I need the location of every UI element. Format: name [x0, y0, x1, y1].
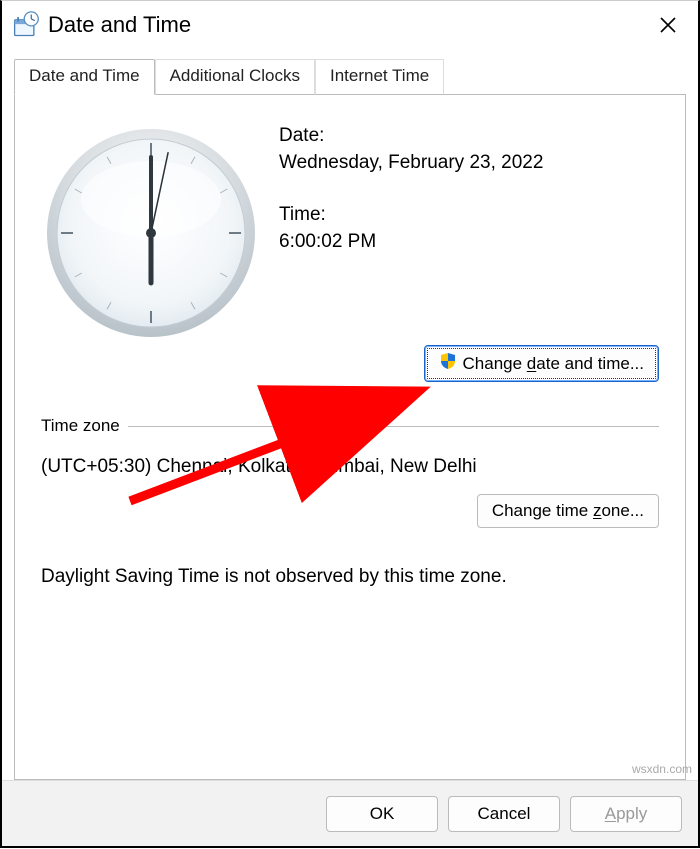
dialog-footer: OK Cancel Apply — [2, 780, 698, 846]
close-button[interactable] — [648, 5, 688, 45]
tab-strip: Date and Time Additional Clocks Internet… — [14, 59, 698, 94]
watermark: wsxdn.com — [632, 762, 692, 776]
tab-date-and-time[interactable]: Date and Time — [14, 59, 155, 95]
date-label: Date: — [279, 123, 543, 150]
analog-clock — [41, 123, 261, 343]
shield-icon — [439, 352, 457, 375]
apply-button[interactable]: Apply — [570, 796, 682, 832]
time-value: 6:00:02 PM — [279, 229, 543, 256]
divider — [128, 426, 659, 427]
cancel-button[interactable]: Cancel — [448, 796, 560, 832]
ok-button[interactable]: OK — [326, 796, 438, 832]
tab-panel: Date: Wednesday, February 23, 2022 Time:… — [14, 94, 686, 780]
datetime-readout: Date: Wednesday, February 23, 2022 Time:… — [279, 123, 543, 343]
date-value: Wednesday, February 23, 2022 — [279, 150, 543, 177]
time-label: Time: — [279, 202, 543, 229]
timezone-group-label: Time zone — [41, 416, 120, 436]
timezone-value: (UTC+05:30) Chennai, Kolkata, Mumbai, Ne… — [41, 456, 659, 478]
datetime-icon — [12, 11, 40, 39]
change-timezone-button[interactable]: Change time zone... — [477, 494, 659, 528]
tab-additional-clocks[interactable]: Additional Clocks — [155, 59, 315, 95]
tab-internet-time[interactable]: Internet Time — [315, 59, 444, 95]
change-date-time-button[interactable]: Change date and time... — [424, 345, 659, 382]
window-title: Date and Time — [48, 12, 648, 38]
timezone-group: Time zone — [41, 416, 659, 436]
dst-note: Daylight Saving Time is not observed by … — [41, 566, 659, 588]
change-timezone-label: Change time zone... — [492, 501, 644, 521]
titlebar: Date and Time — [2, 1, 698, 49]
change-date-time-label: Change date and time... — [463, 354, 644, 374]
